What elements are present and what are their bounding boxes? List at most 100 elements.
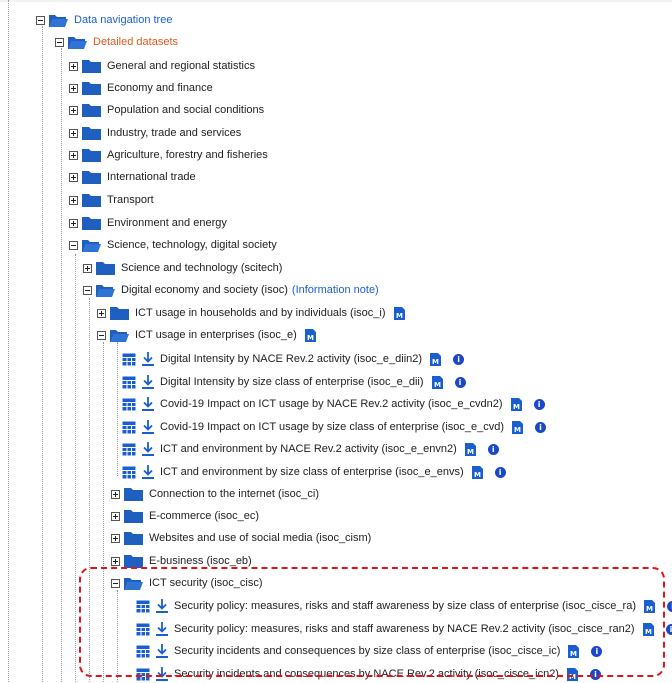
- node-label[interactable]: Environment and energy: [107, 217, 227, 229]
- node-label[interactable]: Agriculture, forestry and fisheries: [107, 149, 268, 161]
- tree-node-category[interactable]: Environment and energy: [69, 214, 227, 232]
- node-label[interactable]: Data navigation tree: [74, 14, 172, 26]
- expand-toggle-icon[interactable]: [69, 128, 78, 138]
- expand-toggle-icon[interactable]: [69, 105, 78, 115]
- dataset-label[interactable]: ICT and environment by size class of ent…: [160, 466, 464, 478]
- dataset-row[interactable]: ICT and environment by size class of ent…: [120, 463, 506, 481]
- node-label[interactable]: Transport: [107, 194, 154, 206]
- expand-toggle-icon[interactable]: [69, 150, 78, 160]
- table-icon[interactable]: [122, 353, 136, 366]
- metadata-icon[interactable]: M: [510, 397, 522, 411]
- dataset-label[interactable]: Covid-19 Impact on ICT usage by size cla…: [160, 421, 504, 433]
- collapse-toggle-icon[interactable]: [97, 330, 106, 340]
- info-icon[interactable]: i: [533, 398, 545, 410]
- folder-icon: [82, 127, 101, 140]
- download-icon[interactable]: [142, 352, 154, 366]
- tree-node-folder[interactable]: E-commerce (isoc_ec): [111, 507, 259, 525]
- tree-node-category[interactable]: Economy and finance: [69, 79, 213, 97]
- download-icon[interactable]: [142, 465, 154, 479]
- tree-node-detailed-datasets[interactable]: Detailed datasets: [55, 33, 178, 51]
- metadata-icon[interactable]: M: [471, 465, 483, 479]
- node-label[interactable]: ICT usage in enterprises (isoc_e): [135, 329, 297, 341]
- table-icon[interactable]: [122, 421, 136, 434]
- info-icon[interactable]: i: [535, 421, 547, 433]
- dataset-label[interactable]: Covid-19 Impact on ICT usage by NACE Rev…: [160, 398, 503, 410]
- tree-node-folder[interactable]: Websites and use of social media (isoc_c…: [111, 529, 371, 547]
- dataset-row[interactable]: ICT and environment by NACE Rev.2 activi…: [120, 440, 499, 458]
- table-icon[interactable]: [122, 466, 136, 479]
- node-label[interactable]: International trade: [107, 171, 196, 183]
- metadata-icon[interactable]: M: [430, 352, 442, 366]
- metadata-icon[interactable]: M: [393, 306, 405, 320]
- dataset-row[interactable]: Digital Intensity by size class of enter…: [120, 373, 466, 391]
- node-label[interactable]: Economy and finance: [107, 82, 213, 94]
- expand-toggle-icon[interactable]: [69, 172, 78, 182]
- node-label[interactable]: Science and technology (scitech): [121, 262, 282, 274]
- dataset-label[interactable]: Digital Intensity by NACE Rev.2 activity…: [160, 353, 422, 365]
- expand-toggle-icon[interactable]: [111, 489, 120, 499]
- download-icon[interactable]: [142, 375, 154, 389]
- node-label[interactable]: Websites and use of social media (isoc_c…: [149, 532, 371, 544]
- collapse-toggle-icon[interactable]: [36, 15, 45, 25]
- tree-node-category[interactable]: Transport: [69, 191, 154, 209]
- info-icon[interactable]: i: [665, 623, 672, 635]
- tree-node-isoc[interactable]: Digital economy and society (isoc) (Info…: [83, 281, 379, 299]
- info-icon[interactable]: i: [454, 376, 466, 388]
- tree-node-folder[interactable]: Connection to the internet (isoc_ci): [111, 485, 319, 503]
- node-label[interactable]: ICT usage in households and by individua…: [135, 307, 386, 319]
- tree-node-category[interactable]: General and regional statistics: [69, 57, 255, 75]
- info-icon[interactable]: i: [494, 466, 506, 478]
- table-icon[interactable]: [122, 398, 136, 411]
- tree-node-science-technology[interactable]: Science, technology, digital society: [69, 236, 277, 254]
- metadata-icon[interactable]: M: [512, 420, 524, 434]
- information-note-link[interactable]: (Information note): [292, 284, 379, 296]
- info-icon[interactable]: i: [666, 600, 672, 612]
- tree-node-root[interactable]: Data navigation tree: [36, 11, 172, 29]
- node-label[interactable]: Digital economy and society (isoc): [121, 284, 288, 296]
- expand-toggle-icon[interactable]: [83, 263, 92, 273]
- tree-node-category[interactable]: International trade: [69, 168, 196, 186]
- metadata-icon[interactable]: M: [431, 375, 443, 389]
- node-label[interactable]: Connection to the internet (isoc_ci): [149, 488, 319, 500]
- expand-toggle-icon[interactable]: [111, 556, 120, 566]
- dataset-row[interactable]: Covid-19 Impact on ICT usage by size cla…: [120, 418, 547, 436]
- download-icon[interactable]: [142, 442, 154, 456]
- download-icon[interactable]: [142, 397, 154, 411]
- tree-node-isoc-e[interactable]: ICT usage in enterprises (isoc_e) M: [97, 326, 316, 344]
- metadata-icon[interactable]: M: [304, 328, 316, 342]
- table-icon[interactable]: [122, 443, 136, 456]
- expand-toggle-icon[interactable]: [111, 533, 120, 543]
- tree-node-category[interactable]: Industry, trade and services: [69, 124, 241, 142]
- folder-open-icon: [49, 15, 68, 27]
- metadata-icon[interactable]: M: [464, 442, 476, 456]
- collapse-toggle-icon[interactable]: [55, 37, 64, 47]
- dataset-row[interactable]: Covid-19 Impact on ICT usage by NACE Rev…: [120, 395, 545, 413]
- expand-toggle-icon[interactable]: [97, 308, 106, 318]
- node-label[interactable]: Industry, trade and services: [107, 127, 241, 139]
- download-icon[interactable]: [142, 420, 154, 434]
- expand-toggle-icon[interactable]: [69, 195, 78, 205]
- tree-node-category[interactable]: Population and social conditions: [69, 101, 264, 119]
- node-label[interactable]: E-commerce (isoc_ec): [149, 510, 259, 522]
- info-icon[interactable]: i: [453, 353, 465, 365]
- expand-toggle-icon[interactable]: [111, 511, 120, 521]
- dataset-label[interactable]: ICT and environment by NACE Rev.2 activi…: [160, 443, 457, 455]
- collapse-toggle-icon[interactable]: [83, 285, 92, 295]
- folder-icon: [82, 60, 101, 73]
- node-label[interactable]: General and regional statistics: [107, 60, 255, 72]
- tree-node-category[interactable]: Agriculture, forestry and fisheries: [69, 146, 268, 164]
- tree-node-isoc-i[interactable]: ICT usage in households and by individua…: [97, 304, 405, 322]
- expand-toggle-icon[interactable]: [69, 61, 78, 71]
- expand-toggle-icon[interactable]: [69, 83, 78, 93]
- node-label[interactable]: Detailed datasets: [93, 36, 178, 48]
- table-icon[interactable]: [122, 376, 136, 389]
- dataset-label[interactable]: Digital Intensity by size class of enter…: [160, 376, 424, 388]
- node-label[interactable]: E-business (isoc_eb): [149, 555, 252, 567]
- node-label[interactable]: Science, technology, digital society: [107, 239, 277, 251]
- collapse-toggle-icon[interactable]: [69, 240, 78, 250]
- dataset-row[interactable]: Digital Intensity by NACE Rev.2 activity…: [120, 350, 465, 368]
- info-icon[interactable]: i: [487, 443, 499, 455]
- expand-toggle-icon[interactable]: [69, 218, 78, 228]
- tree-node-scitech[interactable]: Science and technology (scitech): [83, 259, 282, 277]
- node-label[interactable]: Population and social conditions: [107, 104, 264, 116]
